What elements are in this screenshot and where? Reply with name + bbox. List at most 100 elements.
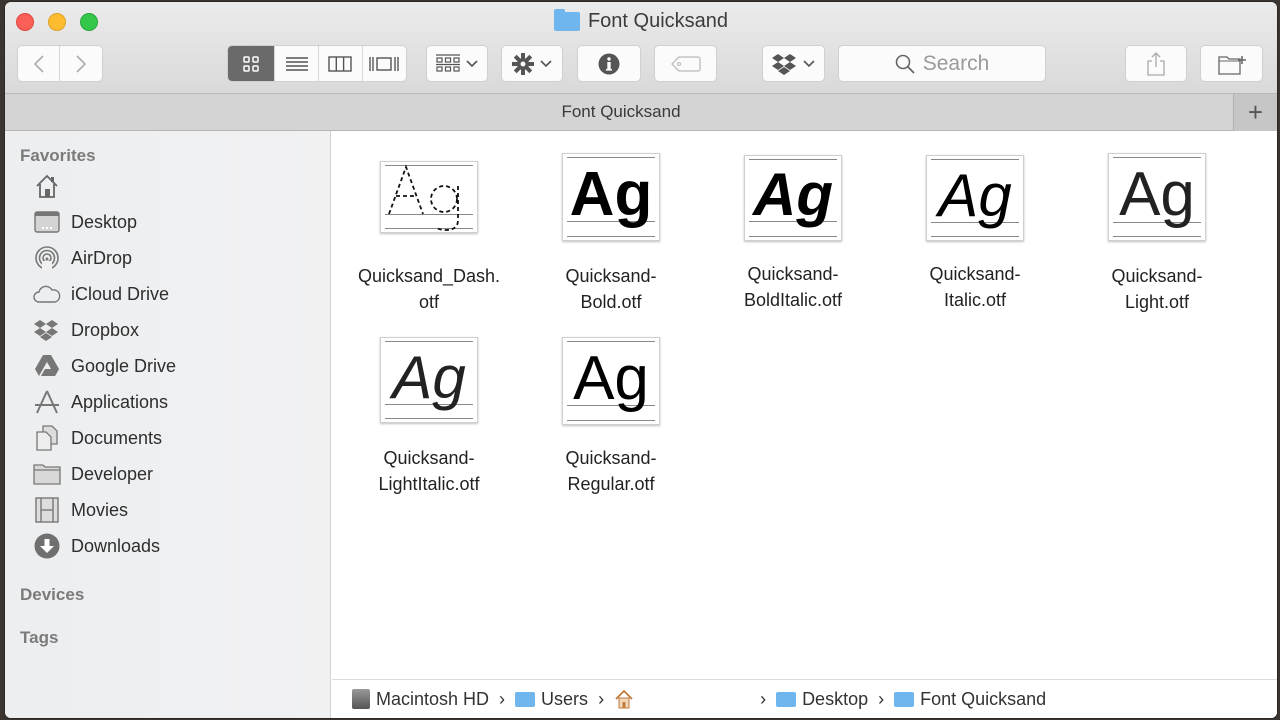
sidebar-item-home[interactable] [33,171,71,201]
file-item[interactable]: Ag Quicksand- Light.otf [1067,153,1247,315]
arrange-menu-button[interactable] [426,45,488,82]
search-icon [895,54,915,74]
airdrop-icon [33,244,61,272]
path-separator: › [499,688,506,709]
sidebar-item-airdrop[interactable]: AirDrop [33,243,132,273]
cover-flow-icon [369,56,399,71]
sidebar-item-icloud-drive[interactable]: iCloud Drive [33,279,169,309]
file-item[interactable]: Ag Quicksand- LightItalic.otf [339,337,519,497]
sidebar-item-label: Dropbox [71,319,140,340]
path-item-users[interactable]: Users [515,689,588,710]
get-info-button[interactable] [577,45,641,82]
tab-bar: Font Quicksand + [5,94,1277,131]
file-name[interactable]: Quicksand- Italic.otf [885,261,1065,313]
font-preview-thumbnail: Ag [1108,153,1206,241]
path-item-font-quicksand[interactable]: Font Quicksand [894,689,1046,710]
file-name[interactable]: Quicksand- LightItalic.otf [339,445,519,497]
sidebar-item-google-drive[interactable]: Google Drive [33,351,176,381]
file-name[interactable]: Quicksand- BoldItalic.otf [703,261,883,313]
sidebar-item-label: iCloud Drive [71,283,170,304]
edit-tags-button[interactable] [654,45,717,82]
path-item-desktop[interactable]: Desktop [776,689,868,710]
applications-icon [33,388,61,416]
film-icon [33,496,61,524]
title-bar: Font Quicksand Search [5,2,1277,94]
font-preview-thumbnail: Ag [744,155,842,241]
users-folder-icon [515,691,536,707]
desktop-icon [33,208,61,236]
file-name[interactable]: Quicksand- Light.otf [1067,263,1247,315]
arrange-icon [436,53,460,72]
sidebar-item-label: Movies [71,499,129,520]
font-preview-thumbnail: Ag [926,155,1024,241]
sidebar-item-downloads[interactable]: Downloads [33,531,160,561]
favorites-heading: Favorites [20,146,96,165]
sidebar-item-label: Developer [71,463,154,484]
search-field[interactable]: Search [838,45,1046,82]
back-button[interactable] [18,46,61,81]
window-title: Font Quicksand [5,9,1277,33]
search-placeholder: Search [922,51,990,75]
folder-icon [894,691,915,707]
folder-icon [553,9,580,31]
gear-icon [512,52,534,75]
file-item[interactable]: Ag Quicksand- Bold.otf [521,153,701,315]
path-separator: › [598,688,605,709]
action-menu-button[interactable] [501,45,563,82]
cloud-icon [33,280,61,308]
chevron-right-icon [76,54,87,73]
new-folder-icon [1217,55,1246,75]
documents-icon [33,424,61,452]
forward-button[interactable] [60,46,102,81]
navigation-buttons [17,45,103,82]
tab-font-quicksand[interactable]: Font Quicksand [5,102,1277,122]
dropbox-menu-button[interactable] [762,45,825,82]
sidebar-item-label: Applications [71,391,169,412]
sidebar-item-label: Google Drive [71,355,177,376]
folder-icon [33,460,61,488]
path-bar: Macintosh HD › Users › › Desktop › Font … [332,679,1277,718]
google-drive-icon [33,352,61,380]
new-folder-button[interactable] [1200,45,1263,82]
column-view-button[interactable] [319,46,363,81]
hard-drive-icon [352,689,370,709]
path-separator: › [878,688,885,709]
file-item[interactable]: Ag Quicksand- Italic.otf [885,153,1065,313]
home-icon [615,689,633,709]
file-name[interactable]: Quicksand- Regular.otf [521,445,701,497]
file-name[interactable]: Quicksand_Dash. otf [339,263,519,315]
share-button[interactable] [1125,45,1187,82]
new-tab-button[interactable]: + [1233,94,1277,131]
dropbox-icon [772,53,796,75]
sidebar-item-documents[interactable]: Documents [33,423,162,453]
sidebar-item-label: Desktop [71,211,138,232]
sidebar-item-dropbox[interactable]: Dropbox [33,315,139,345]
devices-heading[interactable]: Devices [20,585,84,605]
file-item[interactable]: Ag Quicksand- BoldItalic.otf [703,153,883,313]
sidebar: Favorites Desktop AirDrop iCloud Drive D… [5,131,331,718]
cover-flow-view-button[interactable] [363,46,407,81]
font-preview-thumbnail [380,161,478,233]
chevron-down-icon [466,59,478,67]
dashed-glyph-preview [388,164,459,231]
finder-window: Font Quicksand Search Font Quicksand + F… [5,2,1277,718]
file-icon-grid: Quicksand_Dash. otf Ag Quicksand- Bold.o… [332,131,1277,679]
columns-icon [328,55,352,72]
tag-icon [670,55,701,72]
file-item[interactable]: Ag Quicksand- Regular.otf [521,337,701,497]
view-mode-segmented-control [227,45,407,82]
sidebar-item-applications[interactable]: Applications [33,387,168,417]
window-title-text: Font Quicksand [587,10,729,32]
sidebar-item-developer[interactable]: Developer [33,459,153,489]
path-item-macintosh-hd[interactable]: Macintosh HD [352,689,489,710]
file-name[interactable]: Quicksand- Bold.otf [521,263,701,315]
tags-heading[interactable]: Tags [20,628,58,648]
chevron-down-icon [540,59,552,67]
path-item-home[interactable] [614,689,640,709]
sidebar-item-movies[interactable]: Movies [33,495,128,525]
list-view-button[interactable] [275,46,319,81]
icon-view-button[interactable] [228,46,276,81]
file-item[interactable]: Quicksand_Dash. otf [339,153,519,315]
sidebar-item-desktop[interactable]: Desktop [33,207,137,237]
grid-icon [243,55,259,72]
